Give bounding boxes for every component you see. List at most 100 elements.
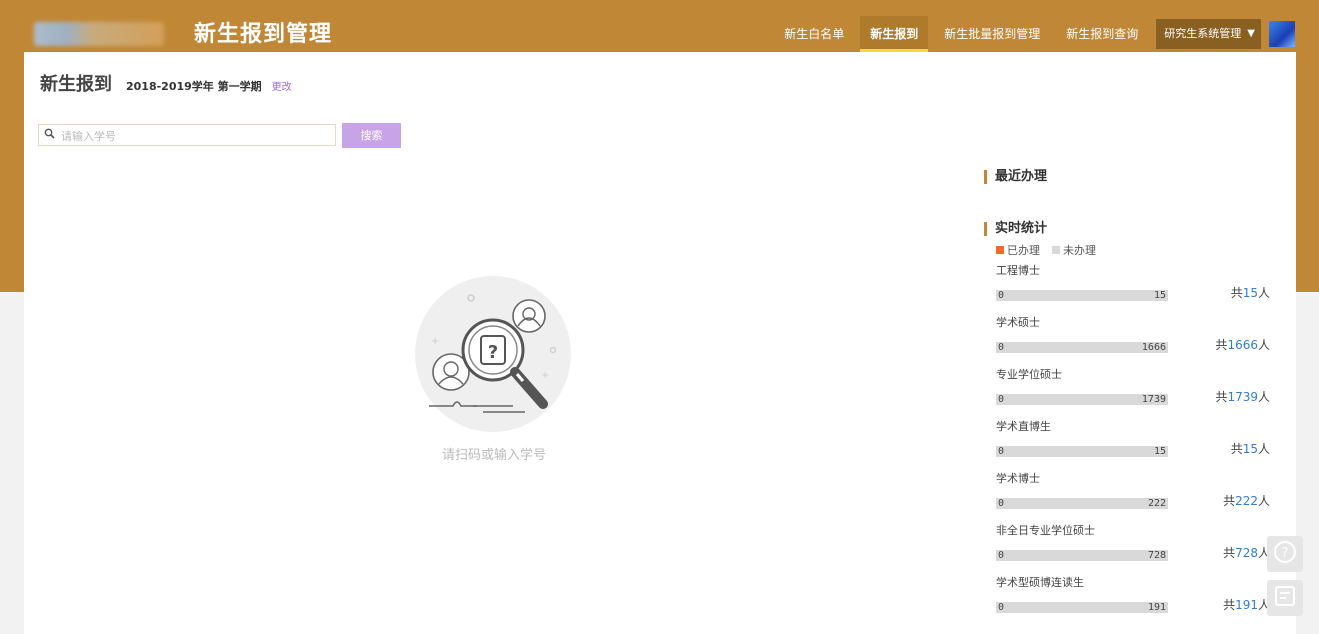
nav-whitelist[interactable]: 新生白名单 [774,16,854,52]
user-menu-label: 研究生系统管理 [1164,27,1242,40]
stat-total: 共728人 [1208,544,1270,561]
app-title: 新生报到管理 [194,22,333,47]
stat-done-count: 0 [998,342,1005,353]
top-bar: 新生报到管理 新生白名单 新生报到 新生批量报到管理 新生报到查询 研究生系统管… [0,16,1319,52]
stat-total: 共15人 [1208,440,1270,457]
stat-todo-count: 1666 [1141,342,1166,353]
stat-total-suffix: 人 [1257,338,1270,352]
stat-row: 0 728 共728人 [996,544,1274,570]
stat-todo-count: 191 [1147,602,1166,613]
stats-legend: 已办理 未办理 [996,242,1274,258]
stat-progress-bar: 0 1739 [996,394,1168,405]
stat-total: 共1666人 [1208,336,1270,353]
stat-total-suffix: 人 [1257,390,1270,404]
stat-category-name: 学术型硕博连读生 [996,576,1084,589]
recent-title: 最近办理 [984,170,1274,184]
legend-todo-label: 未办理 [1063,244,1096,257]
search-icon [44,128,55,142]
stat-done-count: 0 [998,446,1005,457]
stat-category-name: 学术硕士 [996,316,1040,329]
stat-row: 0 1666 共1666人 [996,336,1274,362]
logo [34,22,164,46]
nav-registration[interactable]: 新生报到 [860,16,929,52]
stat-progress-bar: 0 1666 [996,342,1168,353]
svg-text:+: + [541,370,549,381]
term-label: 2018-2019学年 第一学期 [126,80,262,93]
help-button[interactable]: ? [1267,536,1303,572]
side-panel: 最近办理 实时统计 已办理 未办理 工程博士 0 15 共15人 学术硕士 0 1666 共1… [984,170,1274,622]
feedback-button[interactable] [1267,580,1303,616]
stat-total-number: 15 [1242,286,1258,300]
svg-text:+: + [431,336,439,347]
stat-done-count: 0 [998,290,1005,301]
stat-todo-count: 15 [1153,290,1166,301]
stat-todo-count: 728 [1147,550,1166,561]
stat-progress-bar: 0 191 [996,602,1168,613]
user-menu[interactable]: 研究生系统管理 ▼ [1156,19,1261,49]
stat-done-count: 0 [998,394,1005,405]
stat-total-prefix: 共 [1230,286,1243,300]
stat-progress-bar: 0 15 [996,446,1168,457]
svg-text:?: ? [488,342,498,363]
stat-total: 共1739人 [1208,388,1270,405]
search-box [38,124,336,146]
legend-done: 已办理 [996,242,1040,258]
stat-total-prefix: 共 [1223,546,1236,560]
stat-row: 0 15 共15人 [996,440,1274,466]
legend-todo-swatch [1052,246,1060,254]
change-term-link[interactable]: 更改 [272,78,292,93]
stat-done-count: 0 [998,550,1005,561]
empty-hint: 请扫码或输入学号 [441,448,546,463]
stat-row: 0 222 共222人 [996,492,1274,518]
stat-category-name: 专业学位硕士 [996,368,1062,381]
scan-illustration-icon: + + ? [413,276,573,436]
stat-total-number: 728 [1235,546,1258,560]
stat-total-number: 15 [1242,442,1258,456]
stat-row: 0 15 共15人 [996,284,1274,310]
nav-batch-registration[interactable]: 新生批量报到管理 [934,16,1050,52]
stat-total-suffix: 人 [1257,442,1270,456]
stat-total-prefix: 共 [1215,338,1228,352]
stat-category-name: 非全日专业学位硕士 [996,524,1095,537]
stat-category-name: 工程博士 [996,264,1040,277]
stat-progress-bar: 0 728 [996,550,1168,561]
stat-row: 0 191 共191人 [996,596,1274,622]
main-panel: 新生报到 2018-2019学年 第一学期 更改 搜索 + + ? [24,52,1296,634]
stat-total-suffix: 人 [1257,494,1270,508]
search-button[interactable]: 搜索 [342,123,401,148]
nav-registration-query[interactable]: 新生报到查询 [1056,16,1148,52]
stat-category-name: 学术博士 [996,472,1040,485]
feedback-icon [1272,583,1298,613]
stat-total-number: 1739 [1227,390,1258,404]
stat-category-name: 学术直博生 [996,420,1051,433]
stat-row: 0 1739 共1739人 [996,388,1274,414]
stat-total-prefix: 共 [1215,390,1228,404]
stat-total-number: 1666 [1227,338,1258,352]
stat-todo-count: 222 [1147,498,1166,509]
stats-title: 实时统计 [984,222,1274,236]
stat-total-number: 222 [1235,494,1258,508]
stat-progress-bar: 0 222 [996,498,1168,509]
stat-todo-count: 1739 [1141,394,1166,405]
legend-done-label: 已办理 [1007,244,1040,257]
legend-done-swatch [996,246,1004,254]
stats-list: 工程博士 0 15 共15人 学术硕士 0 1666 共1666人 专业学位硕士 0 1739 共17… [984,258,1274,622]
stat-total-suffix: 人 [1257,286,1270,300]
student-id-input[interactable] [59,127,333,145]
stat-total-prefix: 共 [1230,442,1243,456]
stat-total-prefix: 共 [1223,598,1236,612]
stat-total: 共191人 [1208,596,1270,613]
chevron-down-icon: ▼ [1247,28,1255,39]
stat-total-number: 191 [1235,598,1258,612]
main-nav: 新生白名单 新生报到 新生批量报到管理 新生报到查询 研究生系统管理 ▼ [768,16,1295,52]
page-header: 新生报到 2018-2019学年 第一学期 更改 [40,70,292,96]
stat-progress-bar: 0 15 [996,290,1168,301]
svg-text:?: ? [1282,546,1289,561]
stat-done-count: 0 [998,602,1005,613]
avatar[interactable] [1269,21,1295,47]
stat-total-prefix: 共 [1223,494,1236,508]
stat-todo-count: 15 [1153,446,1166,457]
help-icon: ? [1272,539,1298,569]
page-title: 新生报到 [40,74,112,95]
legend-todo: 未办理 [1052,242,1096,258]
